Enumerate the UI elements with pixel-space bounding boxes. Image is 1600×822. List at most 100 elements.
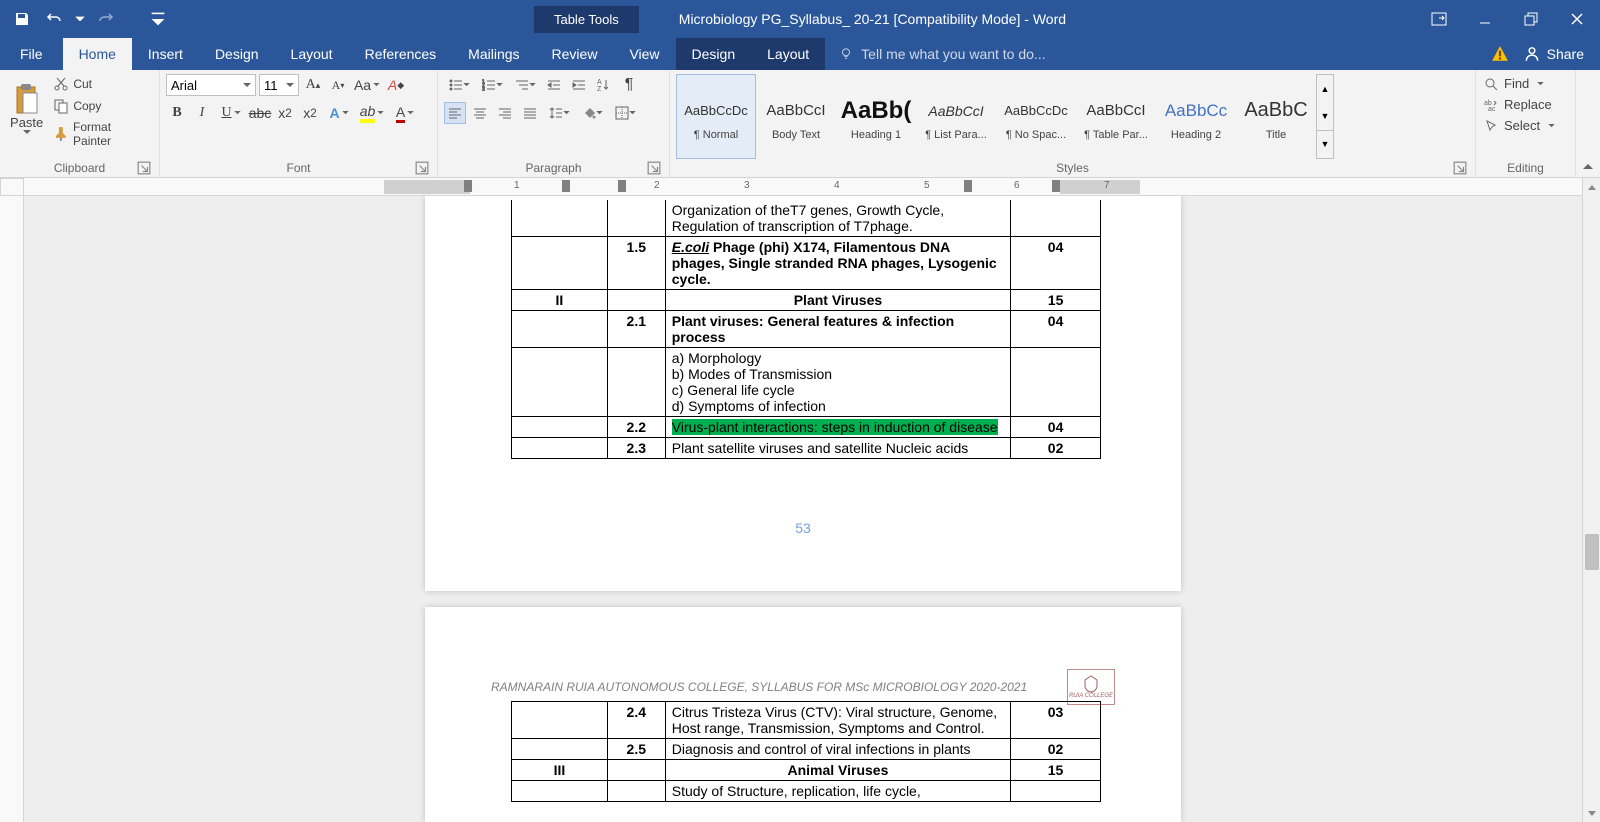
table-row[interactable]: 1.5E.coli Phage (phi) X174, Filamentous … [512, 237, 1101, 290]
tab-design[interactable]: Design [199, 38, 275, 70]
cut-button[interactable]: Cut [51, 74, 153, 94]
table-row[interactable]: 2.3Plant satellite viruses and satellite… [512, 438, 1101, 459]
table-row[interactable]: Organization of theT7 genes, Growth Cycl… [512, 200, 1101, 237]
clipboard-launcher[interactable] [137, 161, 151, 175]
tab-references[interactable]: References [349, 38, 453, 70]
tab-mailings[interactable]: Mailings [452, 38, 535, 70]
style-name: Heading 1 [851, 129, 901, 141]
ribbon-display-options[interactable] [1416, 0, 1462, 38]
tab-insert[interactable]: Insert [132, 38, 199, 70]
styles-scroll-up[interactable]: ▲ [1317, 75, 1333, 102]
scroll-up-button[interactable] [1583, 178, 1600, 196]
underline-button[interactable]: U [216, 102, 246, 124]
line-spacing-button[interactable] [544, 102, 574, 124]
change-case-button[interactable]: Aa [352, 74, 382, 96]
table-row[interactable]: Study of Structure, replication, life cy… [512, 781, 1101, 802]
font-color-button[interactable]: A [390, 102, 420, 124]
tab-view[interactable]: View [613, 38, 675, 70]
table-row[interactable]: 2.1Plant viruses: General features & inf… [512, 311, 1101, 348]
vertical-scrollbar[interactable] [1582, 178, 1600, 822]
scroll-down-button[interactable] [1583, 804, 1600, 822]
styles-expand[interactable]: ▼ [1317, 130, 1333, 158]
strikethrough-button[interactable]: abc [249, 102, 271, 124]
scroll-thumb[interactable] [1585, 534, 1599, 570]
undo-button[interactable] [42, 7, 66, 31]
font-name-select[interactable]: Arial [166, 74, 256, 96]
justify-button[interactable] [519, 102, 541, 124]
format-painter-label: Format Painter [73, 120, 151, 148]
bullets-button[interactable] [444, 74, 474, 96]
syllabus-table[interactable]: Organization of theT7 genes, Growth Cycl… [511, 200, 1101, 459]
text-effects-button[interactable]: A [324, 102, 354, 124]
numbering-button[interactable]: 123 [477, 74, 507, 96]
shrink-font-button[interactable]: A▾ [327, 74, 349, 96]
table-row[interactable]: 2.2Virus-plant interactions: steps in in… [512, 417, 1101, 438]
table-row[interactable]: 2.5Diagnosis and control of viral infect… [512, 739, 1101, 760]
select-button[interactable]: Select [1482, 116, 1557, 135]
collapse-ribbon-button[interactable] [1576, 70, 1600, 177]
styles-launcher[interactable] [1453, 161, 1467, 175]
style-item[interactable]: AaBbCcDc¶ Normal [676, 74, 756, 159]
shading-button[interactable] [577, 102, 607, 124]
style-item[interactable]: AaBbCcI¶ List Para... [916, 74, 996, 159]
font-launcher[interactable] [415, 161, 429, 175]
find-button[interactable]: Find [1482, 74, 1546, 93]
copy-button[interactable]: Copy [51, 96, 153, 116]
redo-button[interactable] [94, 7, 118, 31]
align-left-button[interactable] [444, 102, 466, 124]
tab-review[interactable]: Review [536, 38, 614, 70]
increase-indent-button[interactable] [568, 74, 590, 96]
show-marks-button[interactable]: ¶ [618, 74, 640, 96]
tell-me-search[interactable]: Tell me what you want to do... [825, 38, 1059, 70]
subscript-button[interactable]: x2 [274, 102, 296, 124]
qat-customize[interactable] [146, 7, 170, 31]
style-item[interactable]: AaBbCcIBody Text [756, 74, 836, 159]
align-right-button[interactable] [494, 102, 516, 124]
style-item[interactable]: AaBb(Heading 1 [836, 74, 916, 159]
tab-table-layout[interactable]: Layout [751, 38, 825, 70]
paragraph-launcher[interactable] [647, 161, 661, 175]
align-center-button[interactable] [469, 102, 491, 124]
vertical-ruler[interactable] [0, 196, 24, 822]
table-row[interactable]: a) Morphologyb) Modes of Transmissionc) … [512, 348, 1101, 417]
format-painter-button[interactable]: Format Painter [51, 118, 153, 150]
save-button[interactable] [10, 7, 34, 31]
bold-button[interactable]: B [166, 102, 188, 124]
tab-table-design[interactable]: Design [676, 38, 752, 70]
tab-layout[interactable]: Layout [275, 38, 349, 70]
horizontal-ruler[interactable]: · 1 2 3 4 5 6 7 [24, 178, 1582, 196]
restore-button[interactable] [1508, 0, 1554, 38]
minimize-button[interactable] [1462, 0, 1508, 38]
superscript-button[interactable]: x2 [299, 102, 321, 124]
table-row[interactable]: 2.4Citrus Tristeza Virus (CTV): Viral st… [512, 702, 1101, 739]
replace-button[interactable]: abacReplace [1482, 95, 1554, 114]
style-name: ¶ Normal [694, 129, 738, 141]
italic-button[interactable]: I [191, 102, 213, 124]
table-row[interactable]: IIIAnimal Viruses15 [512, 760, 1101, 781]
syllabus-table[interactable]: 2.4Citrus Tristeza Virus (CTV): Viral st… [511, 701, 1101, 802]
clear-formatting-button[interactable]: A◆ [385, 74, 407, 96]
styles-scroll-down[interactable]: ▼ [1317, 102, 1333, 129]
style-preview: AaBb( [841, 93, 912, 129]
font-size-select[interactable]: 11 [259, 74, 299, 96]
table-row[interactable]: IIPlant Viruses15 [512, 290, 1101, 311]
style-item[interactable]: AaBbCTitle [1236, 74, 1316, 159]
style-item[interactable]: AaBbCcI¶ Table Par... [1076, 74, 1156, 159]
tab-home[interactable]: Home [63, 38, 132, 70]
style-item[interactable]: AaBbCcDc¶ No Spac... [996, 74, 1076, 159]
replace-label: Replace [1504, 97, 1552, 112]
sort-button[interactable]: AZ [593, 74, 615, 96]
borders-button[interactable] [610, 102, 640, 124]
share-button[interactable]: Share [1523, 45, 1584, 63]
close-button[interactable] [1554, 0, 1600, 38]
highlight-button[interactable]: ab [357, 102, 387, 124]
style-item[interactable]: AaBbCcHeading 2 [1156, 74, 1236, 159]
grow-font-button[interactable]: A▴ [302, 74, 324, 96]
warning-icon[interactable] [1491, 45, 1509, 63]
paste-button[interactable]: Paste [6, 74, 47, 144]
multilevel-list-button[interactable] [510, 74, 540, 96]
file-menu[interactable]: File [0, 38, 63, 70]
decrease-indent-button[interactable] [543, 74, 565, 96]
undo-dropdown[interactable] [74, 7, 86, 31]
document-area[interactable]: Organization of theT7 genes, Growth Cycl… [24, 196, 1582, 822]
